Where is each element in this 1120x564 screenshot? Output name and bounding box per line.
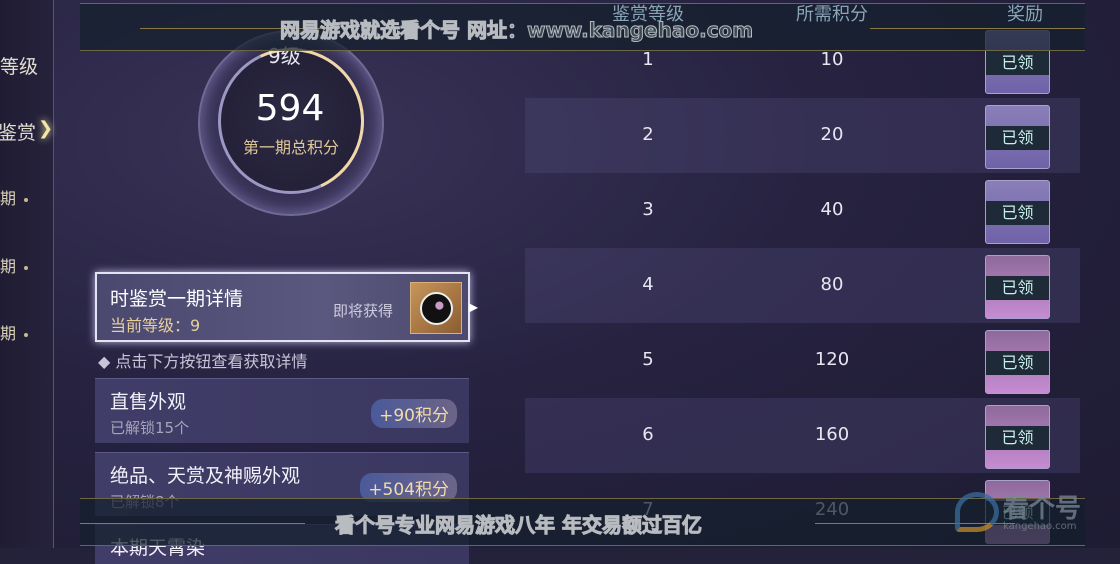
reward-tile[interactable]: 已领 bbox=[985, 405, 1050, 469]
claimed-label: 已领 bbox=[986, 351, 1049, 375]
claimed-label: 已领 bbox=[986, 126, 1049, 150]
level-cell: 2 bbox=[642, 124, 654, 145]
logo-name: 看个号 bbox=[1003, 494, 1082, 524]
level-cell: 6 bbox=[642, 424, 654, 445]
chevron-down-icon: ❯ bbox=[38, 118, 54, 139]
claimed-label: 已领 bbox=[986, 426, 1049, 450]
current-level: 当前等级：9 bbox=[110, 316, 201, 335]
table-row: 5 120 已领 bbox=[525, 323, 1080, 398]
header-points: 所需积分 bbox=[796, 4, 868, 25]
reward-tile[interactable]: 已领 bbox=[985, 255, 1050, 319]
level-cell: 4 bbox=[642, 274, 654, 295]
claimed-label: 已领 bbox=[986, 201, 1049, 225]
table-row: 3 40 已领 bbox=[525, 173, 1080, 248]
watermark-banner-bottom: 看个号专业网易游戏八年 年交易额过百亿 bbox=[80, 498, 1085, 546]
points-cell: 10 bbox=[820, 49, 844, 70]
header-level: 鉴赏等级 bbox=[612, 4, 684, 25]
points-cell: 160 bbox=[814, 424, 850, 445]
level-cell: 3 bbox=[642, 199, 654, 220]
points-badge: +90积分 bbox=[371, 399, 457, 428]
total-score: 594 bbox=[255, 88, 325, 129]
arrow-right-icon: ▶ bbox=[468, 300, 478, 314]
reward-tile[interactable]: 已领 bbox=[985, 330, 1050, 394]
nav-item-period-3[interactable]: 期 bbox=[0, 320, 29, 344]
nav-label: 期 bbox=[0, 189, 17, 208]
soon-label: 即将获得 bbox=[333, 302, 394, 320]
claimed-label: 已领 bbox=[986, 51, 1049, 75]
nav-label: 鉴赏 bbox=[0, 122, 37, 144]
period-detail-card[interactable]: 时鉴赏一期详情 当前等级：9 即将获得 ▶ bbox=[95, 272, 478, 342]
header-reward: 奖励 bbox=[1007, 4, 1043, 25]
nav-label: 等级 bbox=[0, 56, 39, 78]
level-cell: 5 bbox=[642, 349, 654, 370]
nav-label: 期 bbox=[0, 257, 17, 276]
side-nav: 等级 鉴赏 期 期 期 bbox=[0, 0, 54, 548]
claimed-label: 已领 bbox=[986, 276, 1049, 300]
table-row: 4 80 已领 bbox=[525, 248, 1080, 323]
card-direct-sale[interactable]: 直售外观 已解锁15个 +90积分 bbox=[95, 378, 469, 443]
reward-tile[interactable]: 已领 bbox=[985, 180, 1050, 244]
points-cell: 40 bbox=[820, 199, 844, 220]
watermark-text: 看个号专业网易游戏八年 年交易额过百亿 bbox=[335, 513, 703, 538]
nav-item-level[interactable]: 等级 bbox=[0, 52, 38, 79]
nav-item-period-1[interactable]: 期 bbox=[0, 185, 29, 209]
hint-text: ◆ 点击下方按钮查看获取详情 bbox=[98, 352, 308, 371]
eye-logo-icon bbox=[955, 492, 999, 532]
reward-table: 1 10 已领 2 20 已领 3 40 已领 4 80 已领 5 120 已领 6 16… bbox=[525, 0, 1080, 548]
watermark-logo: 看个号 kangehao.com bbox=[955, 488, 1105, 538]
card-title: 绝品、天赏及神赐外观 bbox=[110, 465, 301, 487]
table-row: 6 160 已领 bbox=[525, 398, 1080, 473]
reward-item-icon[interactable] bbox=[410, 282, 462, 334]
card-sub: 已解锁15个 bbox=[110, 419, 190, 437]
nav-item-period-2[interactable]: 期 bbox=[0, 253, 29, 277]
table-header: 鉴赏等级 所需积分 奖励 bbox=[525, 0, 1080, 25]
reward-tile[interactable]: 已领 bbox=[985, 105, 1050, 169]
points-cell: 80 bbox=[820, 274, 844, 295]
nav-label: 期 bbox=[0, 324, 17, 343]
level-cell: 1 bbox=[642, 49, 654, 70]
detail-title: 时鉴赏一期详情 bbox=[110, 288, 244, 310]
points-cell: 120 bbox=[814, 349, 850, 370]
logo-url: kangehao.com bbox=[1003, 521, 1077, 532]
nav-item-appreciation[interactable]: 鉴赏 bbox=[0, 118, 36, 145]
score-label: 第一期总积分 bbox=[242, 138, 339, 157]
divider bbox=[870, 28, 1085, 29]
divider bbox=[80, 523, 305, 524]
card-title: 直售外观 bbox=[110, 391, 187, 413]
table-row: 2 20 已领 bbox=[525, 98, 1080, 173]
points-cell: 20 bbox=[820, 124, 844, 145]
